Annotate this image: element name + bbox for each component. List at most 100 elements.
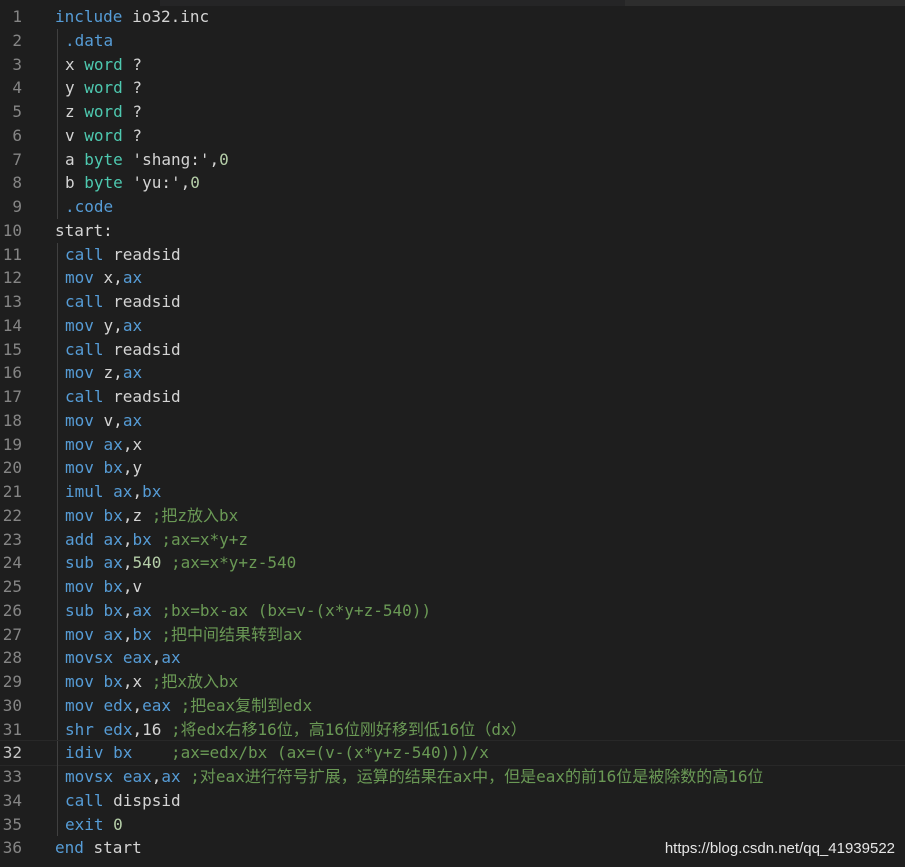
code-line[interactable]: 26 sub bx,ax ;bx=bx-ax (bx=v-(x*y+z-540))	[0, 598, 905, 623]
code-line[interactable]: 34 call dispsid	[0, 788, 905, 813]
keyword-token: movsx	[65, 648, 114, 668]
line-code[interactable]: mov ax,x	[65, 433, 142, 457]
line-code[interactable]: .code	[65, 195, 113, 219]
code-line[interactable]: 1 include io32.inc	[0, 5, 905, 29]
code-lines[interactable]: 1 include io32.inc 2 .data 3 x word ? 4 y word …	[0, 5, 905, 860]
code-line[interactable]: 10 start:	[0, 219, 905, 243]
line-code[interactable]: movsx eax,ax	[65, 646, 181, 670]
line-code[interactable]: shr edx,16 ;将edx右移16位，高16位刚好移到低16位（dx）	[65, 718, 527, 742]
line-code[interactable]: call readsid	[65, 243, 181, 267]
register-token: ax	[103, 529, 123, 549]
code-line[interactable]: 33 movsx eax,ax ;对eax进行符号扩展，运算的结果在ax中，但是e…	[0, 765, 905, 789]
code-line[interactable]: 30 mov edx,eax ;把eax复制到edx	[0, 693, 905, 718]
line-code[interactable]: exit 0	[65, 813, 123, 837]
line-code[interactable]: include io32.inc	[55, 5, 209, 29]
line-code[interactable]: sub bx,ax ;bx=bx-ax (bx=v-(x*y+z-540))	[65, 599, 431, 623]
line-code[interactable]: mov x,ax	[65, 266, 142, 290]
line-code[interactable]: imul ax,bx	[65, 480, 161, 504]
code-line[interactable]: 19 mov ax,x	[0, 432, 905, 457]
text-token: a	[65, 149, 85, 169]
code-line[interactable]: 24 sub ax,540 ;ax=x*y+z-540	[0, 551, 905, 575]
line-code[interactable]: sub ax,540 ;ax=x*y+z-540	[65, 551, 296, 575]
number-token: 0	[113, 814, 123, 834]
code-line[interactable]: 9 .code	[0, 195, 905, 219]
code-line[interactable]: 16 mov z,ax	[0, 361, 905, 385]
line-code[interactable]: mov ax,bx ;把中间结果转到ax	[65, 623, 302, 647]
indent-guide	[57, 741, 58, 765]
line-code[interactable]: mov v,ax	[65, 409, 142, 433]
line-code[interactable]: mov z,ax	[65, 361, 142, 385]
text-token: 'shang:',	[122, 149, 220, 169]
code-line[interactable]: 14 mov y,ax	[0, 313, 905, 338]
code-line[interactable]: 8 b byte 'yu:',0	[0, 171, 905, 195]
indent-guide	[57, 361, 58, 385]
line-number: 8	[12, 173, 22, 193]
line-code[interactable]: mov y,ax	[65, 314, 142, 338]
line-code[interactable]: y word ?	[65, 76, 142, 100]
line-code[interactable]: movsx eax,ax ;对eax进行符号扩展，运算的结果在ax中，但是eax…	[65, 765, 764, 789]
line-number: 11	[2, 244, 22, 264]
code-line[interactable]: 18 mov v,ax	[0, 408, 905, 433]
code-line[interactable]: 12 mov x,ax	[0, 266, 905, 290]
line-code[interactable]: mov bx,x ;把x放入bx	[65, 670, 238, 694]
text-token: readsid	[103, 244, 181, 264]
line-code[interactable]: idiv bx ;ax=edx/bx (ax=(v-(x*y+z-540)))/…	[65, 741, 489, 765]
code-line[interactable]: 7 a byte 'shang:',0	[0, 147, 905, 172]
keyword-token: mov	[65, 434, 94, 454]
indent-guide	[57, 385, 58, 409]
comment-token: ;对eax进行符号扩展，运算的结果在ax中，但是eax的前16位是被除数的高16…	[190, 767, 764, 786]
indent-guide	[57, 408, 58, 433]
code-line[interactable]: 15 call readsid	[0, 337, 905, 362]
line-code[interactable]: mov bx,y	[65, 456, 142, 480]
code-line[interactable]: 5 z word ?	[0, 100, 905, 124]
code-line[interactable]: 2 .data	[0, 28, 905, 53]
register-token: ax	[161, 648, 181, 668]
line-code[interactable]: start:	[55, 219, 113, 243]
code-line[interactable]: 27 mov ax,bx ;把中间结果转到ax	[0, 622, 905, 647]
code-line[interactable]: 32 idiv bx ;ax=edx/bx (ax=(v-(x*y+z-540))…	[0, 740, 905, 766]
indent-guide	[57, 456, 58, 480]
code-line[interactable]: 35 exit 0	[0, 812, 905, 837]
code-line[interactable]: 11 call readsid	[0, 242, 905, 267]
code-line[interactable]: 20 mov bx,y	[0, 456, 905, 480]
code-line[interactable]: 25 mov bx,v	[0, 575, 905, 599]
code-line[interactable]: 31 shr edx,16 ;将edx右移16位，高16位刚好移到低16位（dx）	[0, 717, 905, 742]
indent-guide	[57, 242, 58, 267]
line-code[interactable]: b byte 'yu:',0	[65, 171, 200, 195]
code-line[interactable]: 23 add ax,bx ;ax=x*y+z	[0, 527, 905, 552]
text-token: ,y	[122, 458, 143, 478]
line-code[interactable]: x word ?	[65, 53, 142, 77]
line-code[interactable]: mov bx,v	[65, 575, 142, 599]
line-code[interactable]: z word ?	[65, 100, 142, 124]
code-editor[interactable]: 1 include io32.inc 2 .data 3 x word ? 4 y word …	[0, 0, 905, 867]
line-code[interactable]: add ax,bx ;ax=x*y+z	[65, 528, 248, 552]
line-number: 1	[12, 7, 22, 26]
code-line[interactable]: 13 call readsid	[0, 290, 905, 314]
type-token: word	[84, 78, 123, 98]
code-line[interactable]: 6 v word ?	[0, 123, 905, 148]
line-code[interactable]: mov bx,z ;把z放入bx	[65, 504, 238, 528]
indent-guide	[57, 480, 58, 504]
line-code[interactable]: call readsid	[65, 385, 181, 409]
code-line[interactable]: 17 call readsid	[0, 385, 905, 409]
line-code[interactable]: mov edx,eax ;把eax复制到edx	[65, 694, 312, 718]
line-code[interactable]: end start	[55, 836, 142, 860]
line-code[interactable]: v word ?	[65, 124, 142, 148]
code-line[interactable]: 4 y word ?	[0, 76, 905, 100]
code-line[interactable]: 29 mov bx,x ;把x放入bx	[0, 670, 905, 694]
indent-guide	[57, 693, 58, 718]
line-code[interactable]: a byte 'shang:',0	[65, 148, 229, 172]
line-code[interactable]: call readsid	[65, 338, 181, 362]
line-number: 34	[2, 790, 22, 810]
comment-token: ;把z放入bx	[151, 505, 239, 525]
line-code[interactable]: call readsid	[65, 290, 181, 314]
line-code[interactable]: .data	[65, 29, 113, 53]
keyword-token: mov	[65, 410, 94, 430]
line-number: 7	[12, 149, 22, 169]
code-line[interactable]: 21 imul ax,bx	[0, 480, 905, 504]
code-line[interactable]: 28 movsx eax,ax	[0, 646, 905, 670]
line-code[interactable]: call dispsid	[65, 789, 181, 813]
code-line[interactable]: 3 x word ?	[0, 52, 905, 77]
code-line[interactable]: 22 mov bx,z ;把z放入bx	[0, 503, 905, 528]
